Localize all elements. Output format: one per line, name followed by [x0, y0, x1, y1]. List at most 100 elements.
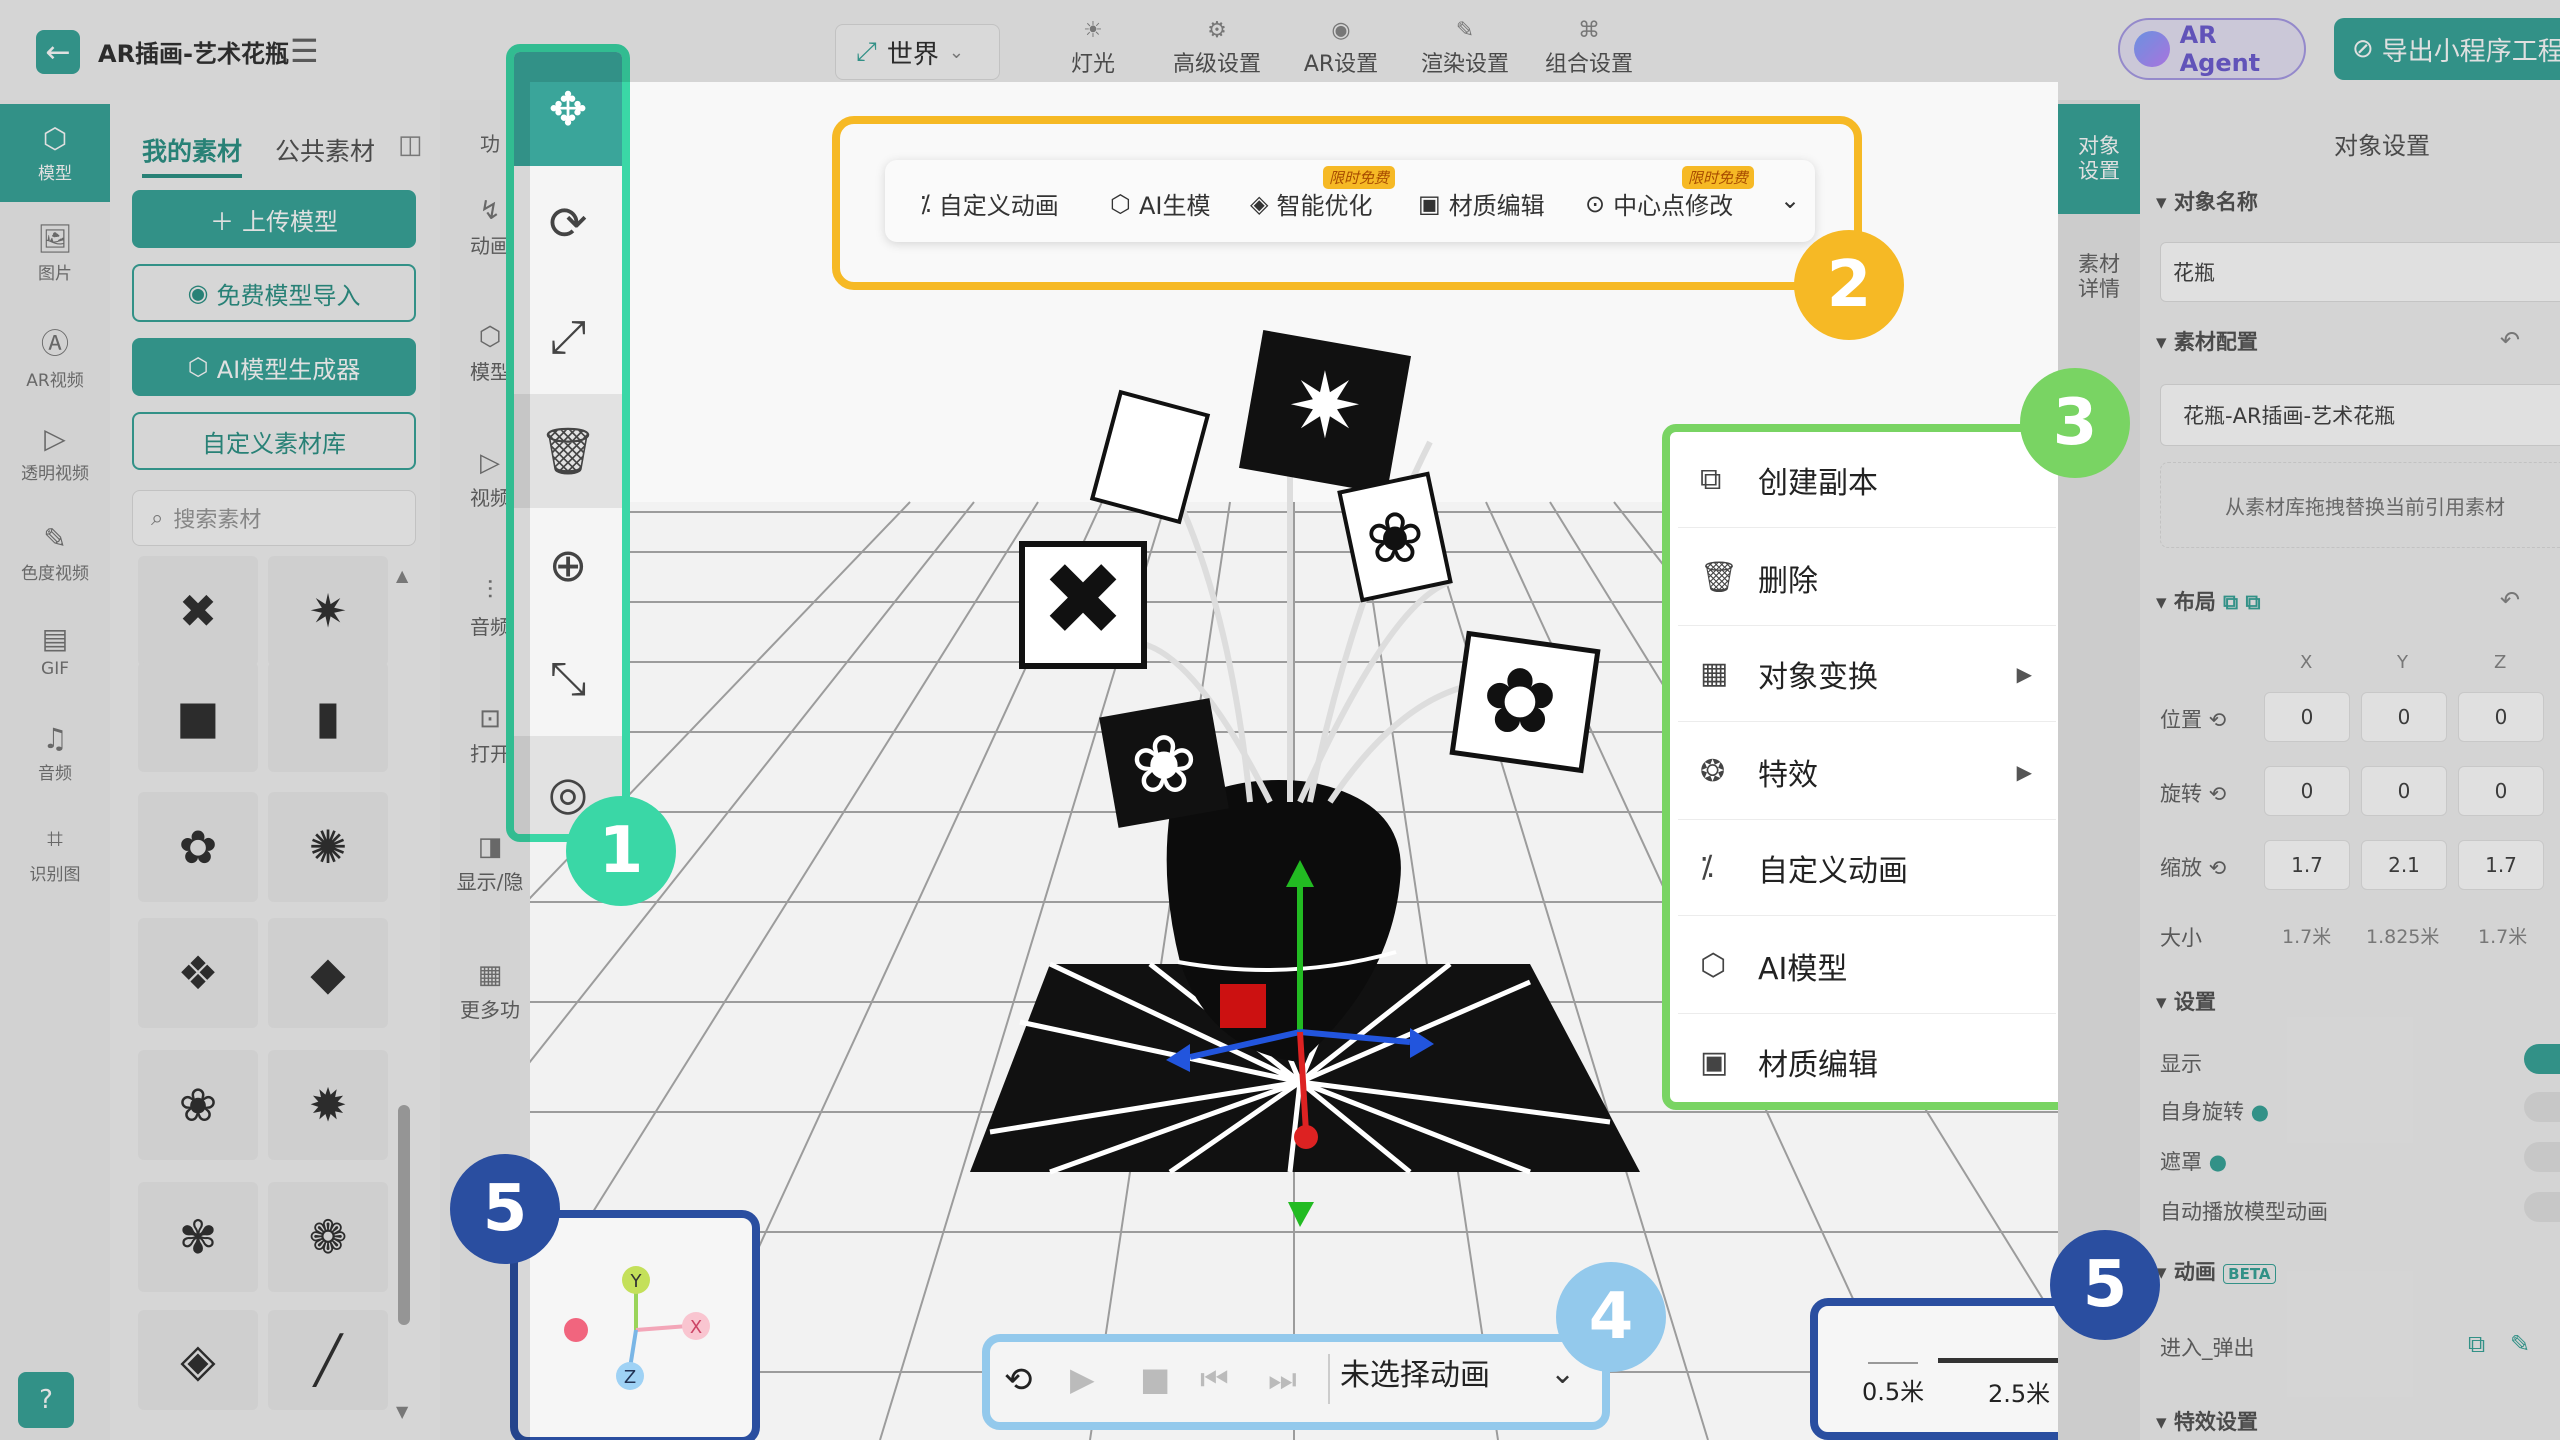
asset-thumbnail[interactable]: ✿ — [138, 792, 258, 902]
help-button[interactable]: ? — [18, 1372, 74, 1428]
move-tool-button[interactable]: ✥ — [514, 52, 622, 166]
menu-custom-animation[interactable]: ⁒ 自定义动画 — [1678, 820, 2056, 916]
menu-delete[interactable]: 🗑 删除 — [1678, 530, 2056, 626]
image-icon: ▣ — [1700, 1044, 1729, 1080]
menu-effects[interactable]: ❂ 特效 ▶ — [1678, 724, 2056, 820]
rotate-tool-button[interactable]: ⟳ — [514, 166, 622, 280]
undo-icon[interactable]: ↶ — [2500, 326, 2520, 354]
fit-view-button[interactable]: ⤡ — [514, 622, 622, 736]
ai-cube-icon: ⬡ — [1700, 948, 1727, 983]
tab-public-assets[interactable]: 公共素材 — [275, 132, 375, 168]
scale-y-input[interactable]: 2.1 — [2361, 840, 2447, 890]
rotation-x-input[interactable]: 0 — [2264, 766, 2350, 816]
undo-icon[interactable]: ↶ — [2500, 586, 2520, 614]
next-frame-icon[interactable]: ⏭ — [1268, 1360, 1297, 1399]
previous-frame-icon[interactable]: ⏮ — [1200, 1360, 1229, 1399]
asset-thumbnail[interactable]: ✾ — [138, 1182, 258, 1292]
chevron-down-icon[interactable]: ⌄ — [1780, 186, 1800, 214]
panel-toggle-icon[interactable]: ◫ — [398, 130, 423, 160]
scroll-up-icon[interactable]: ▲ — [396, 566, 408, 585]
category-gif[interactable]: ▤ GIF — [0, 622, 110, 679]
tab-my-assets[interactable]: 我的素材 — [142, 132, 243, 178]
position-y-input[interactable]: 0 — [2361, 692, 2447, 742]
delete-tool-button[interactable]: 🗑 — [514, 394, 622, 508]
material-drop-zone[interactable]: 从素材库拖拽替换当前引用素材 — [2160, 462, 2560, 548]
mask-toggle[interactable] — [2524, 1142, 2560, 1172]
chevron-down-icon[interactable]: ⌄ — [1550, 1356, 1575, 1391]
menu-icon[interactable]: ☰ — [290, 32, 319, 70]
category-marker-image[interactable]: ⌗ 识别图 — [0, 822, 110, 885]
category-image[interactable]: 🖼 图片 — [0, 222, 110, 284]
scale-tool-button[interactable]: ⤢ — [514, 280, 622, 394]
visible-toggle[interactable] — [2524, 1044, 2560, 1074]
category-audio[interactable]: ♫ 音频 — [0, 722, 110, 784]
ai-generate-model-action[interactable]: ⬡ AI生模 — [1110, 186, 1210, 221]
copy-icon[interactable]: ⧉ — [2468, 1330, 2485, 1358]
free-model-import-button[interactable]: ◉ 免费模型导入 — [132, 264, 416, 322]
custom-library-button[interactable]: 自定义素材库 — [132, 412, 416, 470]
upload-model-button[interactable]: ＋上传模型 — [132, 190, 416, 248]
asset-thumbnail[interactable]: ✺ — [268, 792, 388, 902]
marker-1: 1 — [566, 796, 676, 906]
marker-3: 3 — [2020, 368, 2130, 478]
center-target-button[interactable]: ⊕ — [514, 508, 622, 622]
smart-optimize-action[interactable]: ◈ 智能优化 — [1250, 186, 1372, 221]
autoplay-toggle[interactable] — [2524, 1192, 2560, 1222]
asset-thumbnail[interactable]: ◈ — [138, 1310, 258, 1410]
category-transparent-video[interactable]: ▷ 透明视频 — [0, 422, 110, 484]
nav-ar-settings[interactable]: ◉ AR设置 — [1276, 18, 1406, 78]
coordinate-space-select[interactable]: ⤢ 世界 ⌄ — [835, 24, 1000, 80]
asset-thumbnail[interactable]: ◆ — [268, 918, 388, 1028]
nav-advanced[interactable]: ⚙ 高级设置 — [1152, 18, 1282, 78]
axis-gizmo[interactable]: Y X Z — [518, 1218, 752, 1437]
scroll-down-icon[interactable]: ▼ — [396, 1402, 408, 1421]
material-edit-action[interactable]: ▣ 材质编辑 — [1418, 186, 1545, 221]
category-ar-video[interactable]: Ⓐ AR视频 — [0, 322, 110, 391]
asset-search-input[interactable]: ⌕ 搜索素材 — [132, 490, 416, 546]
self-rotate-toggle[interactable] — [2524, 1092, 2560, 1122]
animation-select[interactable]: 未选择动画 — [1340, 1350, 1490, 1394]
menu-duplicate[interactable]: ⧉ 创建副本 — [1678, 432, 2056, 528]
scale-z-input[interactable]: 1.7 — [2458, 840, 2544, 890]
play-icon[interactable]: ▶ — [1070, 1360, 1095, 1398]
asset-thumbnail[interactable]: ▮ — [268, 662, 388, 772]
menu-material-edit[interactable]: ▣ 材质编辑 — [1678, 1014, 2056, 1110]
ar-agent-button[interactable]: AR Agent — [2118, 18, 2306, 80]
asset-thumbnail[interactable]: ╱ — [268, 1310, 388, 1410]
asset-scrollbar[interactable] — [398, 1105, 410, 1325]
asset-thumbnail[interactable]: ❀ — [138, 1050, 258, 1160]
tab-asset-details[interactable]: 素材详情 — [2058, 222, 2140, 332]
position-x-input[interactable]: 0 — [2264, 692, 2350, 742]
asset-thumbnail[interactable]: ❁ — [268, 1182, 388, 1292]
asset-thumbnail[interactable]: ❖ — [138, 918, 258, 1028]
nav-render[interactable]: ✎ 渲染设置 — [1400, 18, 1530, 78]
loop-off-icon[interactable]: ⟲ — [1004, 1360, 1033, 1400]
asset-thumbnail[interactable]: ✖ — [138, 556, 258, 666]
asset-thumbnail[interactable]: ■ — [138, 662, 258, 772]
category-model[interactable]: ⬡ 模型 — [0, 104, 110, 202]
asset-thumbnail[interactable]: ✹ — [268, 1050, 388, 1160]
func-show-hide[interactable]: ◨ 显示/隐 — [455, 832, 525, 895]
scale-x-input[interactable]: 1.7 — [2264, 840, 2350, 890]
rotation-z-input[interactable]: 0 — [2458, 766, 2544, 816]
size-label: 大小 — [2160, 926, 2202, 950]
category-chroma-video[interactable]: ✎ 色度视频 — [0, 522, 110, 584]
position-z-input[interactable]: 0 — [2458, 692, 2544, 742]
func-more[interactable]: ▦ 更多功 — [455, 960, 525, 1023]
menu-object-transform[interactable]: ▦ 对象变换 ▶ — [1678, 626, 2056, 722]
asset-thumbnail[interactable]: ✷ — [268, 556, 388, 666]
nav-lighting[interactable]: ☀ 灯光 — [1028, 18, 1158, 78]
edit-icon[interactable]: ✎ — [2510, 1330, 2530, 1358]
pivot-edit-action[interactable]: ⊙ 中心点修改 — [1585, 186, 1733, 221]
stop-icon[interactable]: ■ — [1140, 1360, 1170, 1398]
menu-ai-model[interactable]: ⬡ AI模型 — [1678, 918, 2056, 1014]
back-button[interactable]: ← — [36, 30, 80, 74]
object-name-input[interactable]: 花瓶 — [2160, 242, 2560, 302]
tab-object-settings[interactable]: 对象设置 — [2058, 104, 2140, 214]
nav-group[interactable]: ⌘ 组合设置 — [1524, 18, 1654, 78]
export-miniprogram-button[interactable]: ⊘ 导出小程序工程 — [2334, 18, 2560, 80]
material-select[interactable]: 花瓶-AR插画-艺术花瓶 — [2160, 384, 2560, 446]
custom-animation-action[interactable]: ⁒ 自定义动画 — [920, 186, 1059, 221]
ai-model-generator-button[interactable]: ⬡ AI模型生成器 — [132, 338, 416, 396]
rotation-y-input[interactable]: 0 — [2361, 766, 2447, 816]
